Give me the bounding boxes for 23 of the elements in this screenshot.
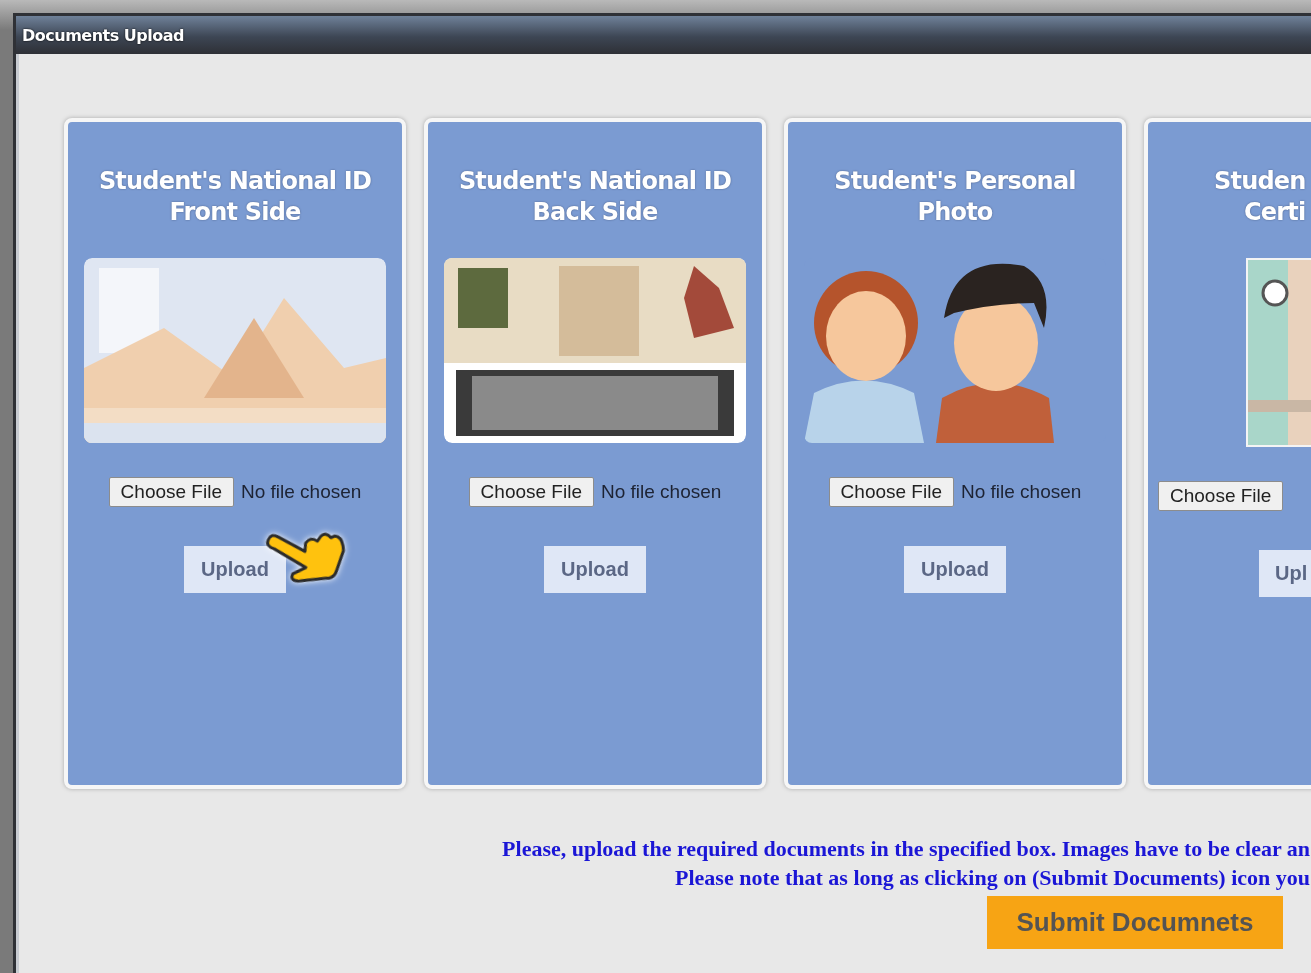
file-status: No file chosen: [961, 481, 1082, 503]
file-status: No file chosen: [241, 481, 362, 503]
choose-file-button[interactable]: Choose File: [1158, 481, 1284, 511]
card-title: Back Side: [532, 197, 658, 228]
choose-file-button[interactable]: Choose File: [108, 477, 234, 507]
card-title: Student's National ID: [458, 166, 732, 197]
file-status: No file chosen: [601, 481, 722, 503]
upload-button[interactable]: Upl: [1259, 550, 1311, 597]
card-title: Certi: [1244, 197, 1306, 228]
upload-button[interactable]: Upload: [184, 546, 286, 593]
choose-file-button[interactable]: Choose File: [468, 477, 594, 507]
upload-button[interactable]: Upload: [544, 546, 646, 593]
instruction-text: Please note that as long as clicking on (Submit Documents) icon you: [674, 864, 1310, 892]
card-title: Studen: [1214, 166, 1306, 197]
card-title: Student's Personal: [834, 166, 1076, 197]
window-title: Documents Upload: [22, 25, 184, 45]
card-title: Photo: [917, 197, 993, 228]
card-title: Front Side: [169, 197, 301, 228]
card-title: Student's National ID: [98, 166, 372, 197]
upload-button[interactable]: Upload: [904, 546, 1006, 593]
submit-button[interactable]: Submit Documnets: [987, 896, 1283, 949]
instruction-text: Please, upload the required documents in the specified box. Images have to be clear an: [501, 835, 1310, 863]
choose-file-button[interactable]: Choose File: [828, 477, 954, 507]
